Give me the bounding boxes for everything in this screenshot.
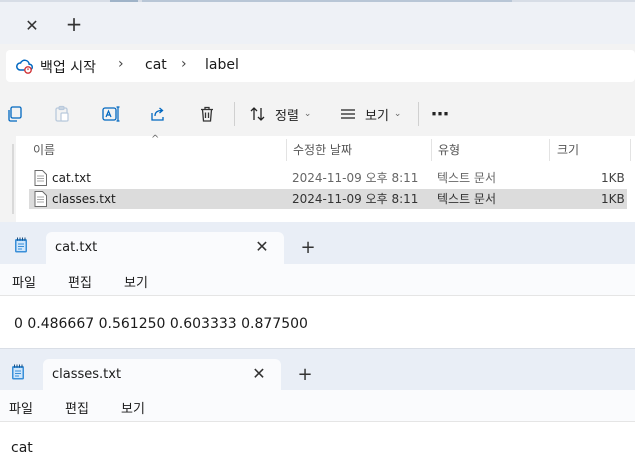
- column-separator[interactable]: [431, 139, 432, 161]
- notepad-window-classes: classes.txt ✕ + 파일 편집 보기 cat: [0, 348, 635, 463]
- new-tab-plus-icon[interactable]: +: [64, 14, 84, 34]
- share-button[interactable]: [149, 102, 167, 126]
- file-name: cat.txt: [52, 171, 91, 185]
- text-file-icon: [34, 191, 47, 207]
- explorer-tab-strip: ✕ +: [0, 0, 635, 44]
- sort-ascending-icon: ^: [151, 134, 160, 145]
- menu-edit[interactable]: 편집: [68, 272, 92, 291]
- trash-icon: [201, 106, 213, 122]
- file-name: classes.txt: [52, 192, 116, 206]
- more-icon: ⋯: [431, 103, 449, 125]
- file-explorer-window: ✕ + 백업 시작 › cat › label 정렬 ⌄ 보기 ⌄ ⋯ 이름 ^…: [0, 0, 635, 222]
- notepad-tab-title: cat.txt: [55, 240, 98, 255]
- menu-file[interactable]: 파일: [9, 398, 33, 417]
- cloud-sync-icon: [16, 59, 33, 74]
- notepad-title-bar: cat.txt ✕ +: [0, 222, 635, 264]
- view-label: 보기: [365, 108, 389, 124]
- menu-view[interactable]: 보기: [124, 272, 148, 291]
- column-separator[interactable]: [286, 139, 287, 161]
- view-list-icon: [341, 109, 355, 119]
- toolbar-divider: [418, 102, 419, 126]
- explorer-tab[interactable]: ✕: [0, 4, 56, 44]
- notepad-tab-title: classes.txt: [52, 367, 122, 382]
- notepad-text-area[interactable]: 0 0.486667 0.561250 0.603333 0.877500: [0, 296, 635, 332]
- menu-file[interactable]: 파일: [12, 272, 36, 291]
- close-icon[interactable]: ✕: [22, 16, 42, 36]
- column-separator[interactable]: [630, 139, 631, 161]
- notepad-tab[interactable]: cat.txt ✕: [46, 232, 284, 264]
- new-tab-plus-icon[interactable]: +: [295, 365, 315, 385]
- close-icon[interactable]: ✕: [252, 237, 272, 257]
- breadcrumb-separator-icon[interactable]: ›: [181, 56, 187, 72]
- sort-label: 정렬: [275, 108, 299, 124]
- file-modified: 2024-11-09 오후 8:11: [292, 171, 419, 185]
- paste-button[interactable]: [53, 102, 71, 126]
- notepad-app-icon: [12, 364, 24, 380]
- column-separator[interactable]: [549, 139, 550, 161]
- column-header-modified[interactable]: 수정한 날짜: [293, 136, 352, 164]
- file-type: 텍스트 문서: [437, 192, 497, 206]
- copy-icon: [8, 106, 22, 122]
- notepad-text-area[interactable]: cat: [0, 422, 635, 456]
- chevron-down-icon: ⌄: [393, 109, 402, 119]
- menu-edit[interactable]: 편집: [65, 398, 89, 417]
- file-size: 1KB: [601, 171, 625, 185]
- file-modified: 2024-11-09 오후 8:11: [292, 192, 419, 206]
- breadcrumb-item-label[interactable]: label: [205, 57, 239, 73]
- notepad-text: 0 0.486667 0.561250 0.603333 0.877500: [14, 316, 308, 332]
- rename-button[interactable]: [101, 102, 121, 126]
- window-top-edge: [0, 0, 635, 2]
- paste-icon: [55, 105, 69, 122]
- file-size: 1KB: [601, 192, 625, 206]
- notepad-text: cat: [11, 440, 33, 456]
- breadcrumb-separator-icon[interactable]: ›: [118, 56, 124, 72]
- notepad-menu-bar: 파일 편집 보기: [0, 264, 635, 296]
- column-header-name[interactable]: 이름: [33, 136, 55, 164]
- navigation-pane-edge: [10, 136, 16, 222]
- chevron-down-icon: ⌄: [303, 109, 312, 119]
- notepad-app-icon: [15, 237, 27, 253]
- menu-view[interactable]: 보기: [121, 398, 145, 417]
- close-icon[interactable]: ✕: [249, 364, 269, 384]
- notepad-menu-bar: 파일 편집 보기: [0, 390, 635, 422]
- file-row-selected[interactable]: classes.txt 2024-11-09 오후 8:11 텍스트 문서 1K…: [29, 189, 627, 209]
- sort-icon: [250, 107, 265, 121]
- column-header-type[interactable]: 유형: [438, 136, 460, 164]
- toolbar-divider: [234, 102, 235, 126]
- command-bar: 정렬 ⌄ 보기 ⌄ ⋯: [0, 92, 635, 136]
- copy-button[interactable]: [6, 102, 24, 126]
- file-row[interactable]: cat.txt 2024-11-09 오후 8:11 텍스트 문서 1KB: [29, 168, 627, 188]
- view-button[interactable]: 보기 ⌄: [339, 102, 401, 126]
- notepad-title-bar: classes.txt ✕ +: [0, 348, 635, 391]
- sort-button[interactable]: 정렬 ⌄: [249, 102, 311, 126]
- breadcrumb-item-cat[interactable]: cat: [145, 57, 167, 73]
- more-options-button[interactable]: ⋯: [431, 102, 449, 126]
- delete-button[interactable]: [198, 102, 216, 126]
- new-tab-plus-icon[interactable]: +: [298, 238, 318, 258]
- notepad-tab[interactable]: classes.txt ✕: [43, 359, 281, 391]
- column-header-size[interactable]: 크기: [557, 136, 579, 164]
- file-type: 텍스트 문서: [437, 171, 497, 185]
- notepad-window-cat: cat.txt ✕ + 파일 편집 보기 0 0.486667 0.561250…: [0, 222, 635, 348]
- share-icon: [151, 107, 164, 121]
- breadcrumb-item-backup[interactable]: 백업 시작: [40, 57, 96, 77]
- file-list: 이름 ^ 수정한 날짜 유형 크기 cat.txt 2024-11-09 오후 …: [10, 134, 635, 222]
- address-bar[interactable]: 백업 시작 › cat › label: [6, 50, 635, 82]
- rename-icon: [102, 106, 120, 122]
- text-file-icon: [34, 170, 47, 186]
